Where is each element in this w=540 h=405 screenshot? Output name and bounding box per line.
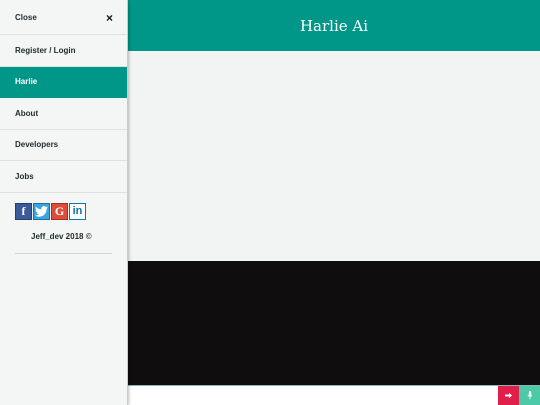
drawer-item-label: Jobs (15, 171, 34, 181)
chat-area (128, 51, 540, 261)
message-bar (128, 385, 540, 405)
drawer-item-label: Register / Login (15, 45, 76, 55)
app-header: Harlie Ai (128, 0, 540, 51)
drawer-divider (15, 252, 112, 254)
mic-button[interactable] (519, 386, 540, 405)
copyright-text: Jeff_dev 2018 © (31, 231, 92, 241)
drawer-item-label: About (15, 108, 39, 118)
app-title: Harlie Ai (299, 16, 369, 35)
message-input[interactable] (128, 386, 498, 405)
social-links: f G in (0, 193, 127, 220)
drawer-close-row[interactable]: Close × (0, 0, 127, 35)
microphone-icon (526, 391, 533, 400)
twitter-icon[interactable] (33, 202, 50, 220)
sign-in-icon (504, 392, 512, 399)
side-drawer: Close × Register / Login Harlie About De… (0, 0, 128, 405)
drawer-item-harlie[interactable]: Harlie (0, 66, 127, 98)
twitter-bird-icon (35, 205, 48, 217)
drawer-item-label: Developers (15, 140, 59, 150)
send-button[interactable] (498, 386, 519, 405)
video-area (128, 261, 540, 385)
close-icon[interactable]: × (106, 11, 113, 25)
drawer-item-label: Harlie (15, 77, 38, 87)
linkedin-icon[interactable]: in (69, 202, 86, 220)
close-label[interactable]: Close (15, 13, 37, 22)
drawer-item-developers[interactable]: Developers (0, 130, 127, 161)
drawer-item-register-login[interactable]: Register / Login (0, 35, 127, 67)
facebook-icon[interactable]: f (15, 202, 32, 220)
drawer-item-about[interactable]: About (0, 98, 127, 130)
drawer-item-jobs[interactable]: Jobs (0, 161, 127, 193)
google-icon[interactable]: G (51, 202, 68, 220)
